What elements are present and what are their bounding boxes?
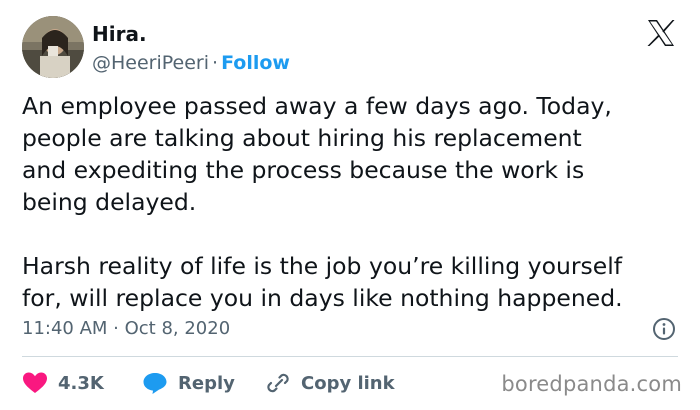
separator-dot: · <box>212 52 219 74</box>
reply-bubble-icon <box>143 373 167 394</box>
tweet-header: Hira. @HeeriPeeri · Follow <box>22 16 682 78</box>
watermark: boredpanda.com <box>501 372 682 396</box>
like-count: 4.3K <box>58 372 104 394</box>
reply-label: Reply <box>178 372 235 394</box>
divider <box>22 356 678 357</box>
timestamp-row: 11:40 AM · Oct 8, 2020 <box>22 315 678 343</box>
handle-row: @HeeriPeeri · Follow <box>92 50 290 76</box>
copy-link-label: Copy link <box>301 372 395 394</box>
display-name[interactable]: Hira. <box>92 22 290 46</box>
x-logo-icon[interactable] <box>646 18 676 48</box>
follow-button[interactable]: Follow <box>221 52 290 74</box>
avatar[interactable] <box>22 16 84 78</box>
user-names: Hira. @HeeriPeeri · Follow <box>92 22 290 76</box>
copy-link-button[interactable]: Copy link <box>265 366 395 400</box>
like-button[interactable]: 4.3K <box>22 366 104 400</box>
user-handle[interactable]: @HeeriPeeri <box>92 52 209 74</box>
tweet-text: An employee passed away a few days ago. … <box>22 92 623 312</box>
link-icon <box>267 373 289 393</box>
tweet-card: Hira. @HeeriPeeri · Follow An employee pas… <box>0 0 700 410</box>
heart-icon <box>23 372 47 393</box>
tweet-timestamp[interactable]: 11:40 AM · Oct 8, 2020 <box>22 318 230 339</box>
info-icon[interactable] <box>652 317 676 341</box>
reply-button[interactable]: Reply <box>142 366 235 400</box>
